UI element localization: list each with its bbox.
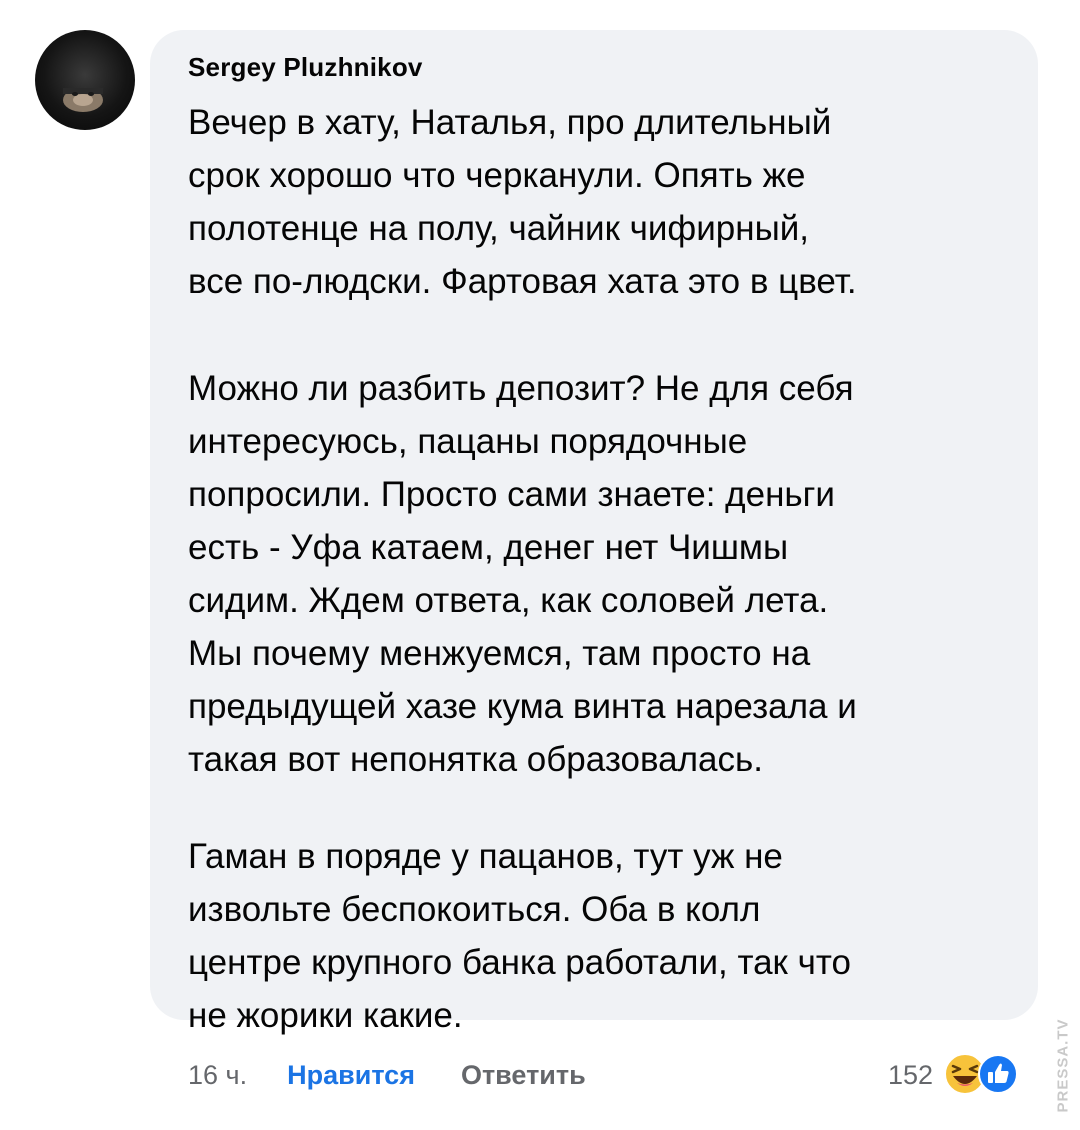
comment-paragraph-3: Гаман в поряде у пацанов, тут уж не изво…	[188, 837, 851, 1035]
like-button[interactable]: Нравится	[287, 1060, 415, 1091]
like-icon	[978, 1054, 1019, 1094]
reactions-summary[interactable]: 152	[888, 1050, 1021, 1100]
watermark-text: PRESSA.TV	[1054, 1017, 1072, 1113]
comment-actions: 16 ч. Нравится Ответить	[188, 1053, 586, 1097]
avatar[interactable]	[35, 30, 135, 130]
reaction-icons	[943, 1052, 1021, 1098]
comment-paragraph-1: Вечер в хату, Наталья, про длительный ср…	[188, 103, 857, 301]
avatar-photo-icon	[63, 88, 103, 112]
reactions-count: 152	[888, 1059, 934, 1090]
comment-author[interactable]: Sergey Pluzhnikov	[188, 52, 423, 83]
comment-timestamp[interactable]: 16 ч.	[188, 1060, 247, 1091]
comment-paragraph-2: Можно ли разбить депозит? Не для себя ин…	[188, 369, 857, 779]
comment-screenshot: Sergey Pluzhnikov Вечер в хату, Наталья,…	[0, 0, 1080, 1130]
comment-bubble: Sergey Pluzhnikov Вечер в хату, Наталья,…	[150, 30, 1038, 1035]
reply-button[interactable]: Ответить	[461, 1060, 586, 1091]
watermark: PRESSA.TV	[1050, 1010, 1076, 1120]
